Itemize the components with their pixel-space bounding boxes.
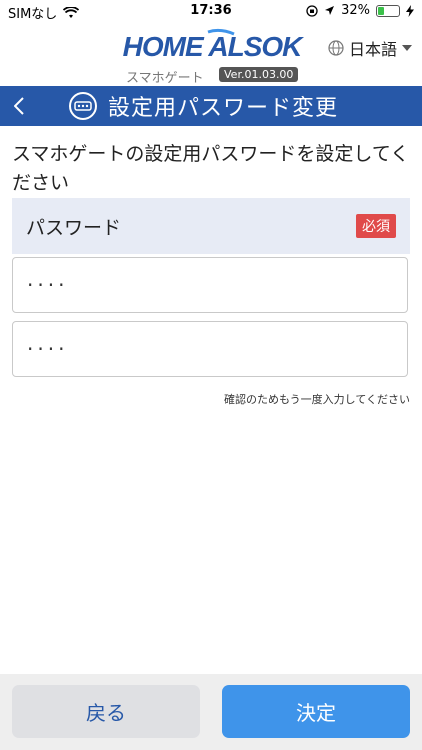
orientation-lock-icon — [306, 4, 318, 17]
charging-icon — [406, 4, 414, 17]
back-button[interactable]: 戻る — [12, 685, 200, 738]
app-subtitle: スマホゲート — [126, 71, 204, 86]
title-wrap: 設定用パスワード変更 — [68, 86, 338, 126]
title-bar: 設定用パスワード変更 — [0, 86, 422, 126]
confirm-hint: 確認のためもう一度入力してください — [223, 393, 410, 406]
app-header: HOME ALSOK スマホゲート Ver.01.03.00 日本語 — [0, 22, 422, 86]
svg-text:HOME ALSOK: HOME ALSOK — [123, 31, 305, 62]
language-label: 日本語 — [348, 40, 397, 59]
footer-bar: 戻る 決定 — [0, 674, 422, 750]
logo-mark: HOME ALSOK — [123, 28, 305, 62]
chevron-left-icon — [14, 97, 24, 115]
home-alsok-logo: HOME ALSOK — [112, 28, 312, 64]
battery-fill — [378, 6, 384, 15]
password-label-row: パスワード 必須 — [12, 198, 410, 254]
page-title: 設定用パスワード変更 — [108, 96, 339, 121]
battery-icon — [376, 4, 400, 17]
language-selector[interactable]: 日本語 — [328, 36, 412, 60]
password-label: パスワード — [26, 217, 122, 239]
status-right: 32% — [306, 3, 414, 18]
back-chevron-button[interactable] — [4, 90, 34, 122]
password-confirm-input[interactable]: ···· — [12, 321, 408, 377]
ok-button[interactable]: 決定 — [222, 685, 410, 738]
chevron-down-icon — [402, 45, 412, 51]
location-icon — [325, 6, 335, 15]
password-icon — [69, 92, 97, 120]
required-badge: 必須 — [356, 214, 396, 238]
description-text: スマホゲートの設定用パスワードを設定してください — [12, 143, 410, 194]
version-badge: Ver.01.03.00 — [219, 67, 299, 82]
status-bar: SIMなし 17:36 32% — [0, 0, 422, 22]
battery-percent: 32% — [341, 3, 370, 18]
globe-icon — [328, 40, 344, 56]
password-input[interactable]: ···· — [12, 257, 408, 313]
